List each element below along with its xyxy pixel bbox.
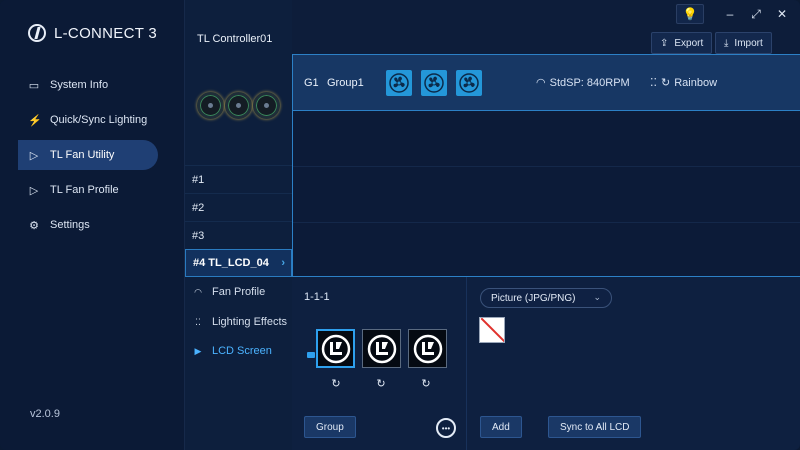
lcd-thumbnails <box>316 329 447 368</box>
submenu-label: LCD Screen <box>212 345 272 357</box>
group-id: G1 <box>304 76 319 89</box>
minimize-icon[interactable]: – <box>716 4 744 24</box>
rotate-icon[interactable]: ↻ <box>375 377 387 390</box>
sidebar-item-tl-fan-utility[interactable]: ▷ TL Fan Utility <box>18 140 158 170</box>
submenu-label: Fan Profile <box>212 286 266 298</box>
add-button-label: Add <box>492 421 510 433</box>
slot-label: #3 <box>192 229 205 242</box>
slot-label: #2 <box>192 201 205 214</box>
chevron-right-icon: › <box>281 257 285 269</box>
lcd-thumbnail[interactable] <box>408 329 447 368</box>
import-label: Import <box>734 37 763 49</box>
sidebar: L-CONNECT 3 ▭ System Info ⚡ Quick/Sync L… <box>0 0 185 450</box>
lcd-icon: ▶ <box>194 345 202 356</box>
group-lighting-text: Rainbow <box>674 76 718 89</box>
sidebar-item-label: System Info <box>50 79 109 91</box>
export-button[interactable]: ⇪ Export <box>651 32 713 54</box>
slot-label: #4 TL_LCD_04 <box>193 257 269 269</box>
sidebar-item-quick-sync-lighting[interactable]: ⚡ Quick/Sync Lighting <box>18 105 158 135</box>
selected-marker <box>307 352 315 358</box>
sidebar-item-label: Settings <box>50 219 90 231</box>
group-panel: G1 Group1 ◠ StdSP: 840RPM ⁚⁚ ↻ Rainbow <box>292 54 800 277</box>
speed-icon: ◠ <box>194 286 202 297</box>
submenu-lighting-effects[interactable]: ⁚⁚ Lighting Effects <box>185 308 292 336</box>
slot-label: #1 <box>192 173 205 186</box>
group-lighting: ⁚⁚ ↻ Rainbow <box>650 76 718 90</box>
group-speed-text: StdSP: 840RPM <box>549 76 630 89</box>
monitor-icon: ▭ <box>28 79 40 92</box>
fan-icon[interactable] <box>456 70 482 96</box>
group-name: Group1 <box>327 76 364 89</box>
sync-icon[interactable]: ••• <box>436 418 456 438</box>
fan-profile-icon: ▷ <box>29 184 39 197</box>
sidebar-item-settings[interactable]: ⚙ Settings <box>18 210 158 240</box>
import-button[interactable]: ⤓ Import <box>715 32 772 54</box>
add-button[interactable]: Add <box>480 416 522 438</box>
fan-icon[interactable] <box>421 70 447 96</box>
fan-icon[interactable] <box>386 70 412 96</box>
rotate-icon[interactable]: ↻ <box>330 377 342 390</box>
rotate-icon[interactable]: ↻ <box>420 377 432 390</box>
lianli-logo-icon <box>28 24 46 42</box>
submenu-lcd-screen[interactable]: ▶ LCD Screen <box>185 337 292 365</box>
version-label: v2.0.9 <box>30 408 60 420</box>
slot-4[interactable]: #4 TL_LCD_04 › <box>185 249 292 277</box>
sidebar-item-label: TL Fan Profile <box>50 184 119 196</box>
lcd-code: 1-1-1 <box>304 291 330 303</box>
gear-icon: ⚙ <box>29 219 39 232</box>
lcd-left-panel: 1-1-1 ↻ ↻ ↻ Group ••• <box>292 277 467 450</box>
divider <box>293 166 800 167</box>
sync-button-label: Sync to All LCD <box>560 421 630 433</box>
lightning-icon: ⚡ <box>28 114 42 127</box>
sidebar-nav: ▭ System Info ⚡ Quick/Sync Lighting ▷ TL… <box>18 70 158 245</box>
sidebar-item-tl-fan-profile[interactable]: ▷ TL Fan Profile <box>18 175 158 205</box>
media-type-dropdown[interactable]: Picture (JPG/PNG) ⌄ <box>480 288 612 308</box>
refresh-icon: ↻ <box>661 77 671 89</box>
speedometer-icon: ◠ <box>536 77 546 89</box>
sidebar-item-label: TL Fan Utility <box>50 149 115 161</box>
app-title: L-CONNECT 3 <box>54 24 158 42</box>
group-speed: ◠ StdSP: 840RPM <box>536 76 630 90</box>
dots-icon: ⁚⁚ <box>195 316 201 327</box>
sync-to-all-lcd-button[interactable]: Sync to All LCD <box>548 416 642 438</box>
rotate-icons: ↻ ↻ ↻ <box>330 377 432 390</box>
app-window: L-CONNECT 3 ▭ System Info ⚡ Quick/Sync L… <box>0 0 800 450</box>
submenu-fan-profile[interactable]: ◠ Fan Profile <box>185 278 292 306</box>
lightbulb-icon[interactable]: 💡 <box>676 4 704 24</box>
export-label: Export <box>674 37 704 49</box>
lcd-thumbnail[interactable] <box>316 329 355 368</box>
group-button-label: Group <box>316 421 344 433</box>
fan-utility-icon: ▷ <box>29 149 39 162</box>
group-fans <box>386 70 482 96</box>
fan-preview-icon <box>197 92 224 119</box>
slot-2[interactable]: #2 <box>185 193 292 221</box>
download-icon: ⤓ <box>724 37 729 49</box>
sidebar-item-system-info[interactable]: ▭ System Info <box>18 70 158 100</box>
divider <box>293 222 800 223</box>
sidebar-item-label: Quick/Sync Lighting <box>50 114 148 126</box>
lcd-thumbnail[interactable] <box>362 329 401 368</box>
controller-column: TL Controller01 #1 #2 #3 #4 TL_LCD_04 › … <box>185 0 292 450</box>
close-icon[interactable]: ✕ <box>768 4 796 24</box>
slot-3[interactable]: #3 <box>185 221 292 249</box>
fans-preview <box>197 92 281 126</box>
submenu-label: Lighting Effects <box>212 316 288 328</box>
dropdown-value: Picture (JPG/PNG) <box>491 292 576 304</box>
fan-preview-icon <box>253 92 280 119</box>
fan-preview-icon <box>225 92 252 119</box>
dots-icon: ⁚⁚ <box>650 77 657 89</box>
controller-title[interactable]: TL Controller01 <box>197 33 272 45</box>
slot-1[interactable]: #1 <box>185 165 292 193</box>
lcd-section: 1-1-1 ↻ ↻ ↻ Group ••• Picture (JPG/PNG) … <box>292 277 800 450</box>
chevron-down-icon: ⌄ <box>593 292 601 302</box>
upload-icon: ⇪ <box>660 37 669 49</box>
group-row[interactable]: G1 Group1 ◠ StdSP: 840RPM ⁚⁚ ↻ Rainbow <box>293 55 800 111</box>
logo: L-CONNECT 3 <box>28 24 157 42</box>
group-button[interactable]: Group <box>304 416 356 438</box>
maximize-icon[interactable]: ⤢ <box>742 4 770 24</box>
empty-picture-slot[interactable] <box>479 317 505 343</box>
